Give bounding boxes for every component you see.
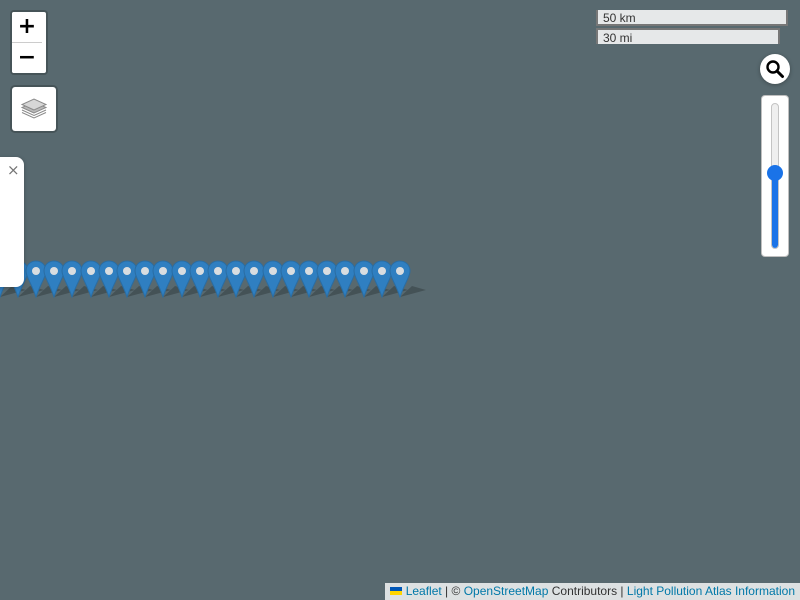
ukraine-flag-icon bbox=[389, 586, 402, 595]
vertical-slider[interactable] bbox=[761, 95, 789, 257]
attribution: Leaflet | © OpenStreetMap Contributors |… bbox=[384, 583, 800, 600]
scale-imperial: 30 mi bbox=[596, 28, 780, 45]
close-icon[interactable]: × bbox=[7, 161, 20, 179]
light-pollution-atlas-link[interactable]: Light Pollution Atlas Information bbox=[627, 584, 795, 598]
zoom-out-button[interactable]: − bbox=[12, 42, 42, 73]
attribution-contributors: Contributors | bbox=[548, 584, 627, 598]
search-button[interactable] bbox=[760, 54, 790, 84]
scale-bar: 50 km 30 mi bbox=[596, 10, 788, 45]
map-marker[interactable] bbox=[389, 260, 411, 298]
attribution-separator: | © bbox=[441, 584, 464, 598]
layers-button[interactable] bbox=[10, 85, 58, 133]
scale-metric: 50 km bbox=[596, 10, 788, 26]
layers-icon bbox=[20, 98, 48, 119]
search-icon bbox=[766, 60, 784, 78]
map-canvas[interactable] bbox=[0, 0, 800, 600]
slider-fill bbox=[772, 172, 778, 248]
openstreetmap-link[interactable]: OpenStreetMap bbox=[464, 584, 549, 598]
zoom-in-button[interactable]: + bbox=[12, 12, 42, 42]
side-panel: × bbox=[0, 157, 24, 287]
zoom-control: + − bbox=[10, 10, 48, 75]
slider-thumb[interactable] bbox=[767, 165, 783, 182]
leaflet-link[interactable]: Leaflet bbox=[406, 584, 442, 598]
